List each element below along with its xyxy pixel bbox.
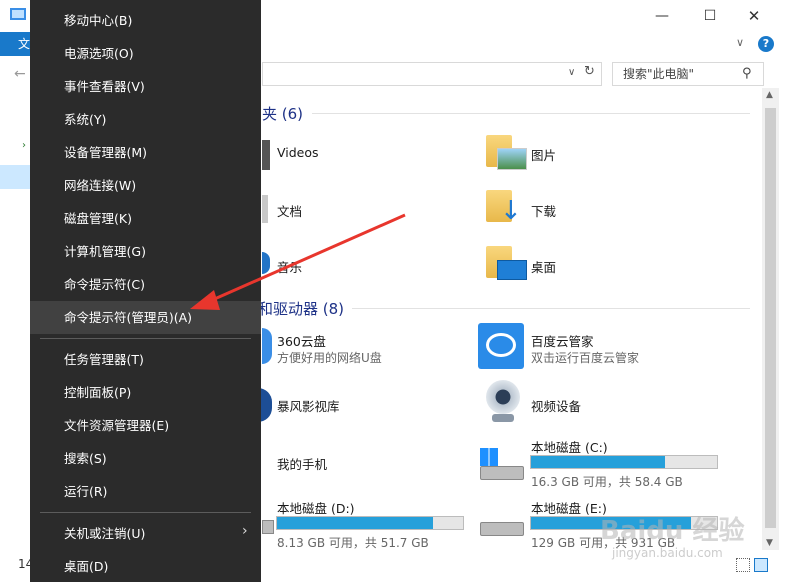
annotation-arrow <box>190 213 406 310</box>
annotation-arrow-shaft <box>209 213 406 303</box>
annotation-arrow-head <box>190 290 220 310</box>
